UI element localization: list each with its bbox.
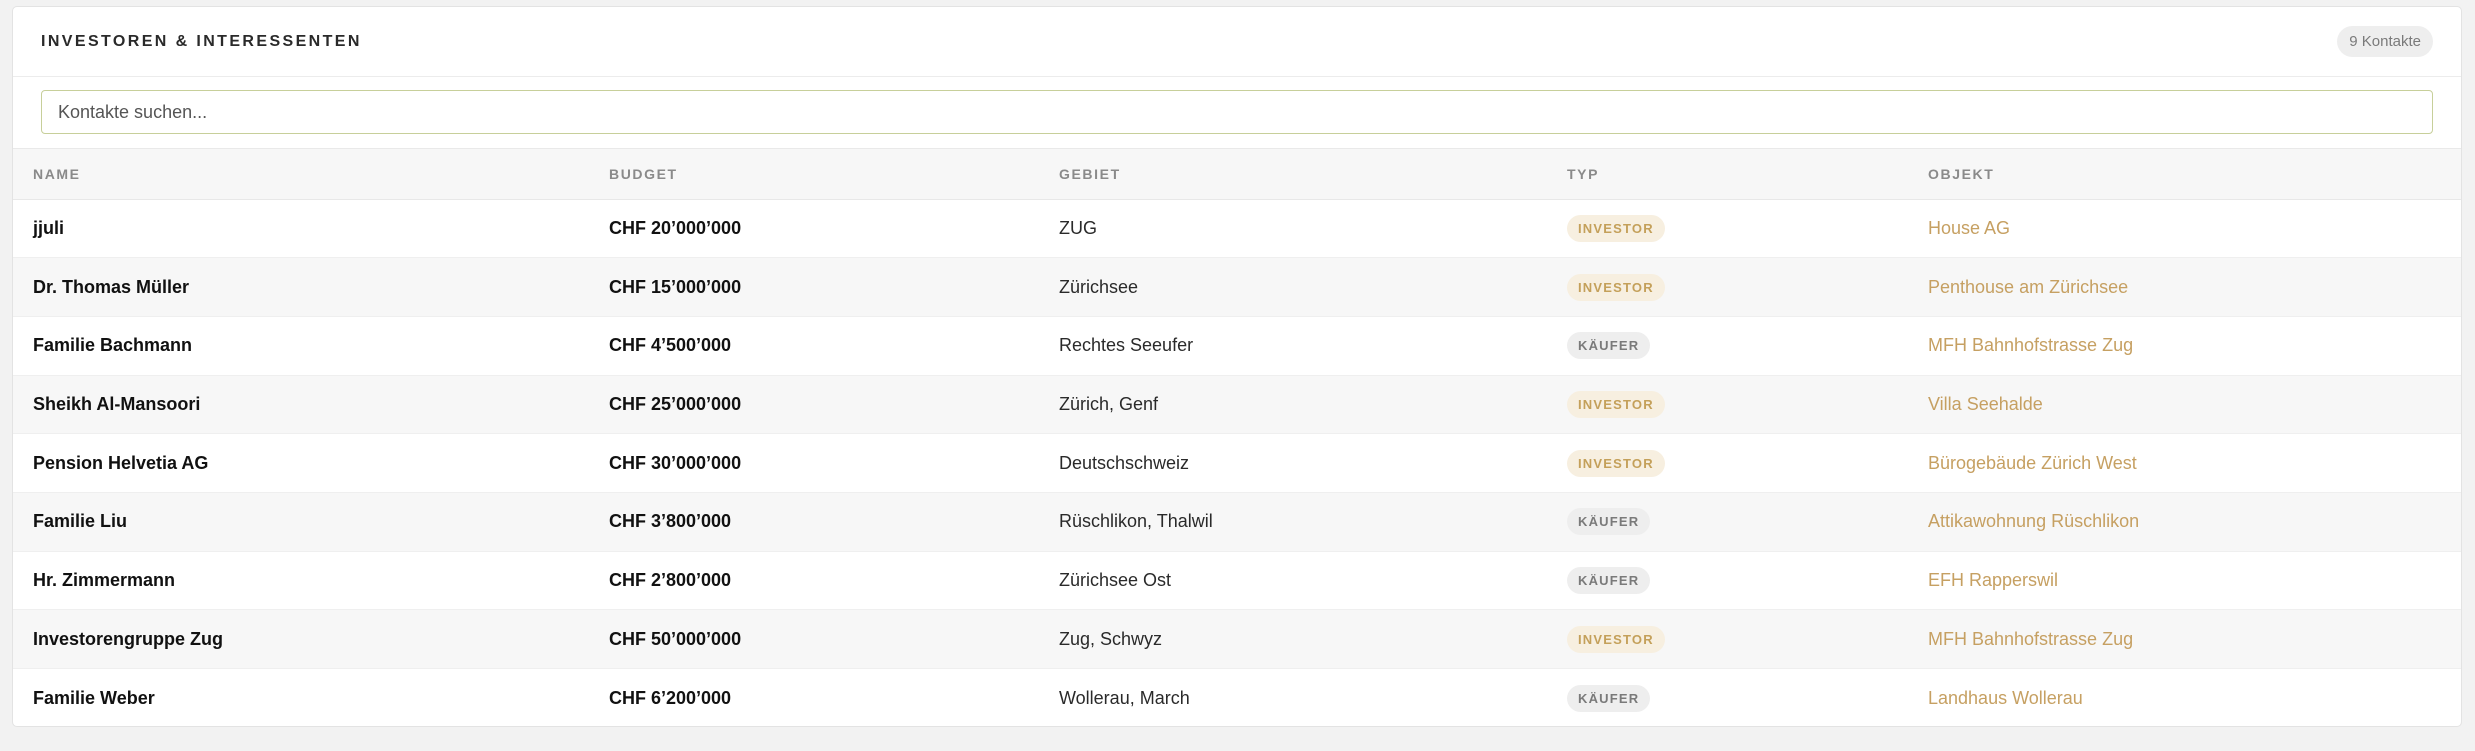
contact-gebiet: Deutschschweiz [1059,452,1190,473]
contact-budget: CHF 25’000’000 [609,393,742,414]
column-header-budget[interactable]: BUDGET [609,149,1059,199]
contact-gebiet: Rüschlikon, Thalwil [1059,511,1213,532]
table-row[interactable]: Pension Helvetia AG CHF 30’000’000 Deutsch… [13,434,2461,493]
type-badge: INVESTOR [1567,214,1665,242]
contact-name: Sheikh Al-Mansoori [33,393,201,414]
table-header-row: NAME BUDGET GEBIET TYP OBJEKT [13,149,2461,199]
table-row[interactable]: Familie Bachmann CHF 4’500’000 Rechtes See… [13,316,2461,376]
contact-budget: CHF 2’800’000 [609,569,732,590]
contact-name: Familie Weber [33,687,155,708]
objekt-link[interactable]: Landhaus Wollerau [1928,688,2083,708]
contact-gebiet: Rechtes Seeufer [1059,335,1194,356]
contact-objekt-cell: Landhaus Wollerau [1928,669,2461,727]
contact-name: Pension Helvetia AG [33,452,209,473]
table-row[interactable]: Sheikh Al-Mansoori CHF 25’000’000 Zürich, … [13,375,2461,434]
contact-name: Investorengruppe Zug [33,628,224,649]
type-badge: KÄUFER [1567,332,1651,360]
card-header: INVESTOREN & INTERESSENTEN 9 Kontakte [13,7,2461,77]
contacts-table: NAME BUDGET GEBIET TYP OBJEKT jjuli CHF 2… [13,149,2461,727]
contact-name: Dr. Thomas Müller [33,276,190,297]
type-badge: INVESTOR [1567,449,1665,477]
contact-name: Familie Bachmann [33,335,193,356]
contact-objekt-cell: House AG [1928,199,2461,258]
contact-name: Hr. Zimmermann [33,569,176,590]
contact-gebiet: ZUG [1059,217,1097,238]
type-badge: INVESTOR [1567,390,1665,418]
objekt-link[interactable]: Villa Seehalde [1928,394,2043,414]
contact-budget: CHF 4’500’000 [609,335,732,356]
search-bar [13,77,2461,149]
contact-typ-cell: INVESTOR [1567,199,1928,258]
table-row[interactable]: Familie Weber CHF 6’200’000 Wollerau, Marc… [13,669,2461,727]
contact-objekt-cell: Villa Seehalde [1928,375,2461,434]
contact-objekt-cell: Bürogebäude Zürich West [1928,434,2461,493]
objekt-link[interactable]: EFH Rapperswil [1928,570,2058,590]
contact-typ-cell: INVESTOR [1567,610,1928,669]
type-badge: INVESTOR [1567,273,1665,301]
page-title: INVESTOREN & INTERESSENTEN [41,32,362,50]
table-row[interactable]: Hr. Zimmermann CHF 2’800’000 Zürichsee Ost… [13,551,2461,610]
contacts-card: INVESTOREN & INTERESSENTEN 9 Kontakte NA… [12,6,2462,727]
type-badge: INVESTOR [1567,625,1665,653]
contact-budget: CHF 15’000’000 [609,276,742,297]
contact-typ-cell: INVESTOR [1567,258,1928,317]
objekt-link[interactable]: House AG [1928,218,2010,238]
contact-typ-cell: KÄUFER [1567,669,1928,727]
contact-gebiet: Zürichsee [1059,276,1139,297]
contact-name: Familie Liu [33,511,128,532]
contact-name: jjuli [33,217,64,238]
objekt-link[interactable]: MFH Bahnhofstrasse Zug [1928,629,2133,649]
type-badge: KÄUFER [1567,508,1651,536]
objekt-link[interactable]: Attikawohnung Rüschlikon [1928,511,2139,531]
column-header-name[interactable]: NAME [13,149,609,199]
contact-objekt-cell: Penthouse am Zürichsee [1928,258,2461,317]
contact-objekt-cell: Attikawohnung Rüschlikon [1928,492,2461,551]
contact-objekt-cell: MFH Bahnhofstrasse Zug [1928,316,2461,375]
contact-budget: CHF 20’000’000 [609,217,742,238]
table-row[interactable]: jjuli CHF 20’000’000 ZUG INVESTOR House AG [13,199,2461,258]
contact-budget: CHF 30’000’000 [609,452,742,473]
table-row[interactable]: Familie Liu CHF 3’800’000 Rüschlikon, Thal… [13,492,2461,552]
objekt-link[interactable]: Penthouse am Zürichsee [1928,277,2128,297]
contact-typ-cell: KÄUFER [1567,492,1928,551]
contact-budget: CHF 50’000’000 [609,628,742,649]
objekt-link[interactable]: Bürogebäude Zürich West [1928,453,2137,473]
table-row[interactable]: Dr. Thomas Müller CHF 15’000’000 Zürichsee… [13,257,2461,317]
contact-objekt-cell: EFH Rapperswil [1928,551,2461,610]
objekt-link[interactable]: MFH Bahnhofstrasse Zug [1928,335,2133,355]
contact-typ-cell: INVESTOR [1567,375,1928,434]
contact-gebiet: Zürich, Genf [1059,393,1159,414]
contact-budget: CHF 6’200’000 [609,687,732,708]
table-body: jjuli CHF 20’000’000 ZUG INVESTOR House AG Dr… [13,199,2461,727]
column-header-objekt[interactable]: OBJEKT [1928,149,2461,199]
column-header-gebiet[interactable]: GEBIET [1059,149,1567,199]
type-badge: KÄUFER [1567,566,1651,594]
type-badge: KÄUFER [1567,684,1651,712]
contact-gebiet: Zug, Schwyz [1059,628,1163,649]
contact-gebiet: Zürichsee Ost [1059,569,1172,590]
search-input[interactable] [41,90,2433,134]
contact-budget: CHF 3’800’000 [609,511,732,532]
contact-typ-cell: KÄUFER [1567,551,1928,610]
table-header: NAME BUDGET GEBIET TYP OBJEKT [13,149,2461,199]
contact-objekt-cell: MFH Bahnhofstrasse Zug [1928,610,2461,669]
table-row[interactable]: Investorengruppe Zug CHF 50’000’000 Zug, S… [13,609,2461,669]
contact-typ-cell: INVESTOR [1567,434,1928,493]
column-header-typ[interactable]: TYP [1567,149,1928,199]
contact-typ-cell: KÄUFER [1567,316,1928,375]
contact-count-badge: 9 Kontakte [2337,26,2433,57]
contact-gebiet: Wollerau, March [1059,687,1190,708]
